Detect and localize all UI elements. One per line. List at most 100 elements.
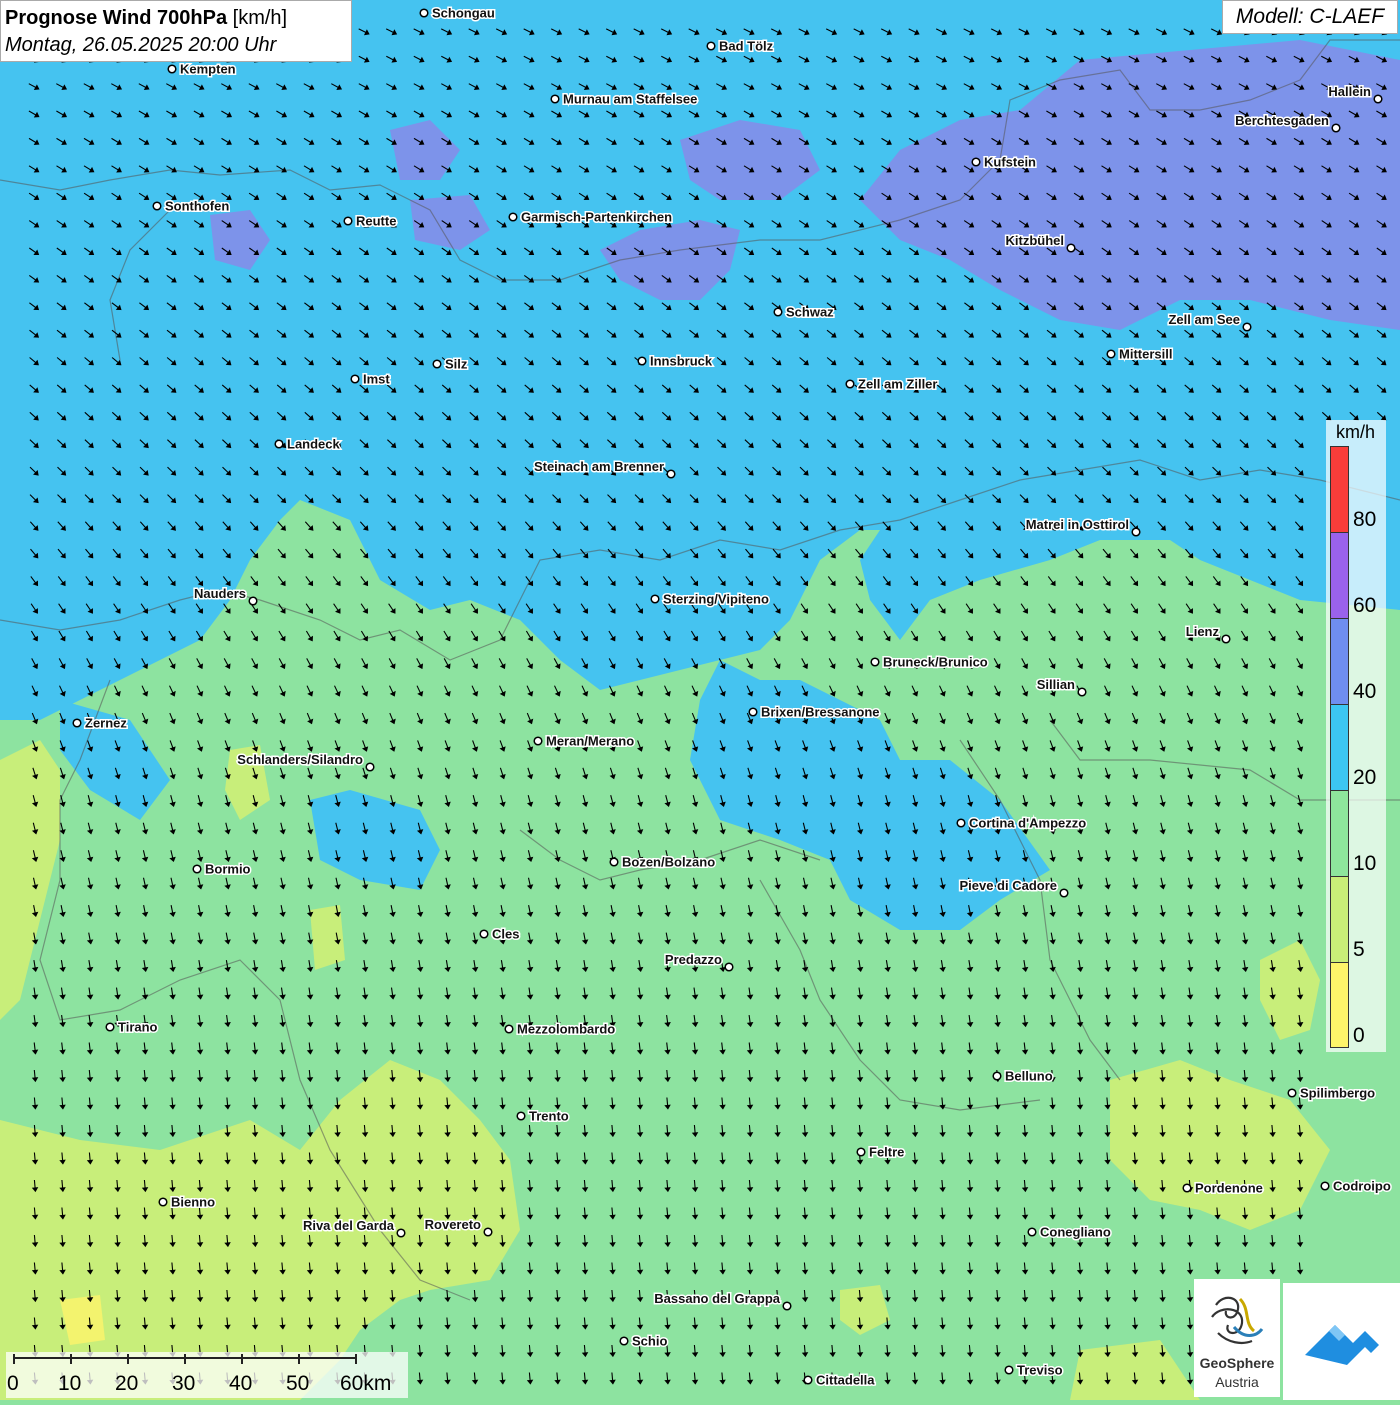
city-dot-icon [619, 1336, 629, 1346]
title-box: Prognose Wind 700hPa [km/h] Montag, 26.0… [0, 0, 352, 62]
city-dot-icon [1373, 94, 1383, 104]
city-dot-icon [248, 596, 258, 606]
title-unit: [km/h] [232, 7, 288, 29]
city-label: Sillian [1037, 677, 1075, 692]
city-label: Mezzolombardo [517, 1022, 615, 1037]
city-label: Innsbruck [650, 354, 713, 369]
city-label: Reutte [356, 214, 396, 229]
city-label: Bozen/Bolzano [622, 855, 715, 870]
city-marker[interactable]: Spilimbergo [1287, 1084, 1377, 1102]
city-marker[interactable]: Sterzing/Vipiteno [650, 590, 770, 608]
city-label: Pieve di Cadore [959, 878, 1057, 893]
city-label: Kufstein [984, 155, 1036, 170]
city-marker[interactable]: Meran/Merano [533, 732, 636, 750]
city-dot-icon [192, 864, 202, 874]
city-marker[interactable]: Cortina d'Ampezzo [956, 814, 1088, 832]
city-dot-icon [432, 359, 442, 369]
city-dot-icon [274, 439, 284, 449]
city-label: Spilimbergo [1300, 1086, 1375, 1101]
forecast-datetime: Montag, 26.05.2025 20:00 Uhr [5, 34, 277, 56]
city-dot-icon [1221, 634, 1231, 644]
legend-seg-40 [1331, 619, 1348, 705]
legend-seg-60 [1331, 533, 1348, 619]
city-dot-icon [956, 818, 966, 828]
city-label: Treviso [1017, 1363, 1063, 1378]
city-dot-icon [396, 1228, 406, 1238]
city-label: Berchtesgaden [1235, 113, 1329, 128]
city-label: Sterzing/Vipiteno [663, 592, 769, 607]
city-dot-icon [152, 201, 162, 211]
city-dot-icon [856, 1147, 866, 1157]
city-label: Silz [445, 357, 468, 372]
city-dot-icon [508, 212, 518, 222]
city-label: Cortina d'Ampezzo [969, 816, 1086, 831]
city-marker[interactable]: Sonthofen [152, 197, 231, 215]
scale-label-40: 40 [229, 1372, 253, 1395]
city-marker[interactable]: Murnau am Staffelsee [550, 90, 699, 108]
city-marker[interactable]: Brixen/Bressanone [748, 703, 881, 721]
scale-bar-line [13, 1354, 357, 1364]
city-dot-icon [1004, 1365, 1014, 1375]
city-label: Bassano del Grappa [654, 1291, 780, 1306]
city-label: Schio [632, 1334, 667, 1349]
city-label: Conegliano [1040, 1225, 1111, 1240]
city-dot-icon [1242, 322, 1252, 332]
scale-label-50: 50 [286, 1372, 310, 1395]
city-dot-icon [158, 1197, 168, 1207]
city-marker[interactable]: Pordenone [1182, 1179, 1264, 1197]
city-label: Riva del Garda [303, 1218, 395, 1233]
city-marker[interactable]: Garmisch-Partenkirchen [508, 208, 674, 226]
city-dot-icon [167, 64, 177, 74]
legend-tick-40: 40 [1353, 680, 1377, 703]
city-marker[interactable]: Bozen/Bolzano [609, 853, 717, 871]
wind-map[interactable]: SchongauBad TölzKemptenMurnau am Staffel… [0, 0, 1400, 1400]
legend-tick-0: 0 [1353, 1024, 1365, 1047]
city-label: Matrei in Osttirol [1026, 517, 1129, 532]
city-label: Pordenone [1195, 1181, 1263, 1196]
city-marker[interactable]: Schongau [419, 4, 496, 22]
city-label: Hallein [1328, 84, 1371, 99]
city-dot-icon [1320, 1181, 1330, 1191]
city-marker[interactable]: Mezzolombardo [504, 1020, 617, 1038]
city-dot-icon [1059, 888, 1069, 898]
city-dot-icon [666, 469, 676, 479]
city-label: Nauders [194, 586, 246, 601]
city-label: Meran/Merano [546, 734, 634, 749]
legend-seg-5 [1331, 877, 1348, 963]
city-dot-icon [637, 356, 647, 366]
city-label: Belluno [1005, 1069, 1053, 1084]
city-label: Tirano [118, 1020, 158, 1035]
wind-field-5-10-h [310, 905, 345, 970]
city-label: Sonthofen [165, 199, 229, 214]
legend-colorbar [1330, 446, 1349, 1048]
city-dot-icon [1027, 1227, 1037, 1237]
city-dot-icon [773, 307, 783, 317]
city-marker[interactable]: Bruneck/Brunico [870, 653, 989, 671]
city-marker[interactable]: Conegliano [1027, 1223, 1112, 1241]
scale-label-30: 30 [172, 1372, 196, 1395]
city-label: Schongau [432, 6, 495, 21]
city-dot-icon [419, 8, 429, 18]
city-dot-icon [479, 929, 489, 939]
city-marker[interactable]: Zell am Ziller [845, 375, 939, 393]
scale-bar: 0 10 20 30 40 50 60km [6, 1352, 408, 1398]
city-label: Bienno [171, 1195, 215, 1210]
legend-tick-80: 80 [1353, 508, 1377, 531]
city-dot-icon [1182, 1183, 1192, 1193]
legend-tick-20: 20 [1353, 766, 1377, 789]
city-dot-icon [105, 1022, 115, 1032]
city-dot-icon [803, 1375, 813, 1385]
color-legend: km/h 80 60 40 20 10 5 0 [1326, 420, 1386, 1052]
city-dot-icon [845, 379, 855, 389]
city-dot-icon [1331, 123, 1341, 133]
city-label: Steinach am Brenner [534, 459, 664, 474]
city-dot-icon [724, 962, 734, 972]
legend-tick-60: 60 [1353, 594, 1377, 617]
city-marker[interactable]: Innsbruck [637, 352, 714, 370]
city-dot-icon [748, 707, 758, 717]
city-label: Zell am See [1168, 312, 1240, 327]
city-dot-icon [650, 594, 660, 604]
scale-label-20: 20 [115, 1372, 139, 1395]
city-label: Lienz [1186, 624, 1220, 639]
city-dot-icon [1287, 1088, 1297, 1098]
